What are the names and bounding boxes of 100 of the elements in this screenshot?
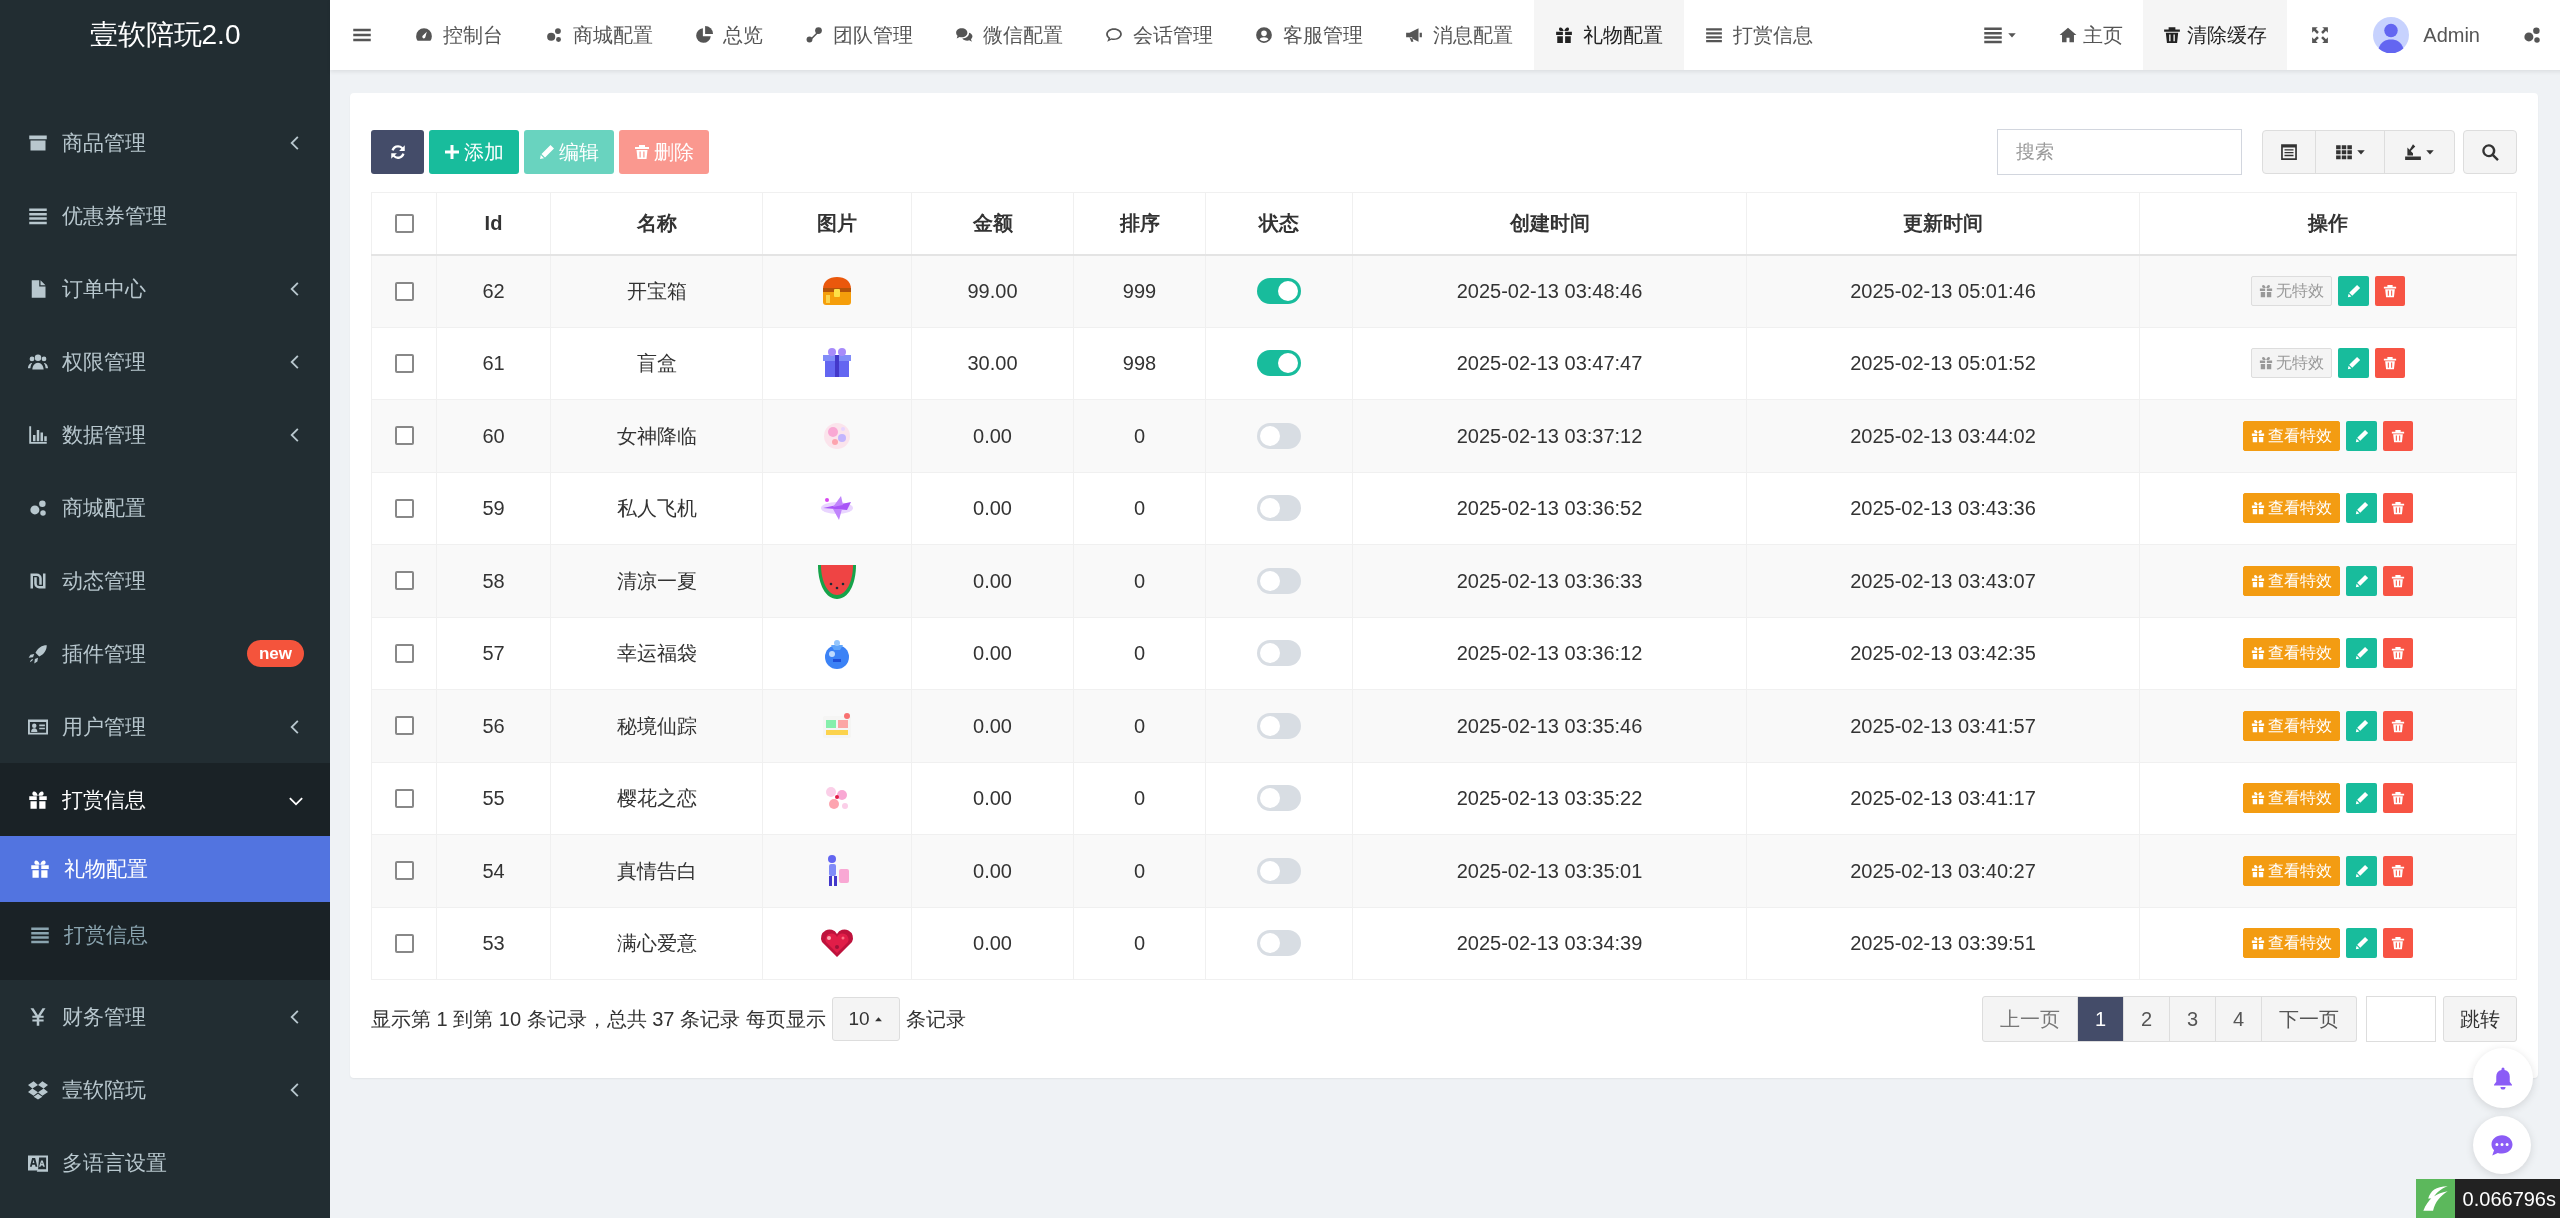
status-toggle[interactable] (1257, 857, 1301, 884)
sidebar-item[interactable]: 壹软陪玩 (0, 1053, 330, 1126)
nav-tab[interactable]: 总览 (674, 0, 784, 70)
nav-tab[interactable]: 客服管理 (1234, 0, 1384, 70)
status-toggle[interactable] (1257, 930, 1301, 957)
select-all-checkbox[interactable] (394, 213, 414, 233)
status-toggle[interactable] (1257, 785, 1301, 812)
status-toggle[interactable] (1257, 567, 1301, 594)
page-button[interactable]: 3 (2170, 996, 2216, 1042)
edit-button[interactable] (2338, 348, 2369, 379)
nav-tab[interactable]: 消息配置 (1384, 0, 1534, 70)
row-checkbox[interactable] (394, 716, 414, 736)
table-cell: 59 (482, 497, 505, 520)
page-button[interactable]: 2 (2124, 996, 2170, 1042)
users-icon (28, 351, 48, 372)
nav-tab[interactable]: 会话管理 (1084, 0, 1234, 70)
edit-button[interactable] (2338, 276, 2369, 306)
table-cell: 999 (1122, 280, 1157, 302)
status-toggle[interactable] (1257, 278, 1301, 304)
sidebar-item[interactable]: 用户管理 (0, 690, 330, 763)
refresh-button[interactable] (371, 130, 424, 174)
sidebar-subitem[interactable]: 礼物配置 (0, 836, 330, 902)
edit-button[interactable] (2346, 710, 2377, 741)
sidebar-subitem[interactable]: 打赏信息 (0, 902, 330, 968)
edit-button[interactable] (2346, 638, 2377, 669)
delete-button[interactable] (2383, 420, 2413, 451)
delete-button[interactable] (2375, 348, 2405, 379)
edit-button[interactable] (2346, 783, 2377, 814)
sidebar-item[interactable]: 插件管理 new (0, 617, 330, 690)
table-cell: 2025-02-13 03:35:22 (1456, 787, 1643, 810)
page-size-select[interactable]: 10 (831, 997, 900, 1041)
nav-tab[interactable]: 控制台 (394, 0, 524, 70)
delete-button[interactable] (2375, 276, 2405, 306)
sidebar-item[interactable]: 打赏信息 (0, 763, 330, 836)
delete-button[interactable] (2383, 855, 2413, 886)
column-header: 名称 (636, 212, 677, 235)
sidebar-item[interactable]: 优惠券管理 (0, 179, 330, 252)
nav-tab[interactable]: 团队管理 (784, 0, 934, 70)
table-cell: 2025-02-13 03:39:51 (1850, 932, 2036, 955)
rocket-icon (28, 643, 48, 664)
notification-button[interactable] (2473, 1048, 2533, 1108)
jump-button[interactable]: 跳转 (2443, 996, 2517, 1042)
delete-button[interactable] (2383, 638, 2413, 669)
sidebar-item[interactable]: 动态管理 (0, 544, 330, 617)
pencil-icon (2354, 646, 2369, 661)
edit-button[interactable] (2346, 565, 2377, 596)
nav-tab[interactable]: 微信配置 (934, 0, 1084, 70)
chat-button[interactable] (2473, 1116, 2531, 1174)
nav-link[interactable]: 主页 (2039, 0, 2144, 70)
delete-button[interactable] (2383, 783, 2413, 814)
status-toggle[interactable] (1257, 640, 1301, 667)
page-jump-field[interactable] (2366, 996, 2436, 1042)
sidebar-item[interactable]: 权限管理 (0, 325, 330, 398)
table-cell: 2025-02-13 03:36:12 (1456, 642, 1643, 665)
search-field[interactable]: 搜索 (1997, 129, 2242, 175)
nav-tab[interactable]: 商城配置 (524, 0, 674, 70)
sidebar-item[interactable]: 多语言设置 (0, 1126, 330, 1199)
prev-page-button[interactable]: 上一页 (1982, 996, 2078, 1042)
sidebar-item[interactable]: 数据管理 (0, 398, 330, 471)
row-checkbox[interactable] (394, 933, 414, 953)
table-cell: 0 (1133, 424, 1146, 447)
table-cell: 99.00 (967, 280, 1018, 302)
sidebar-item[interactable]: 商品管理 (0, 106, 330, 179)
edit-button[interactable] (2346, 420, 2377, 451)
sidebar-item[interactable]: 财务管理 (0, 980, 330, 1053)
user-menu[interactable]: Admin (2353, 0, 2500, 70)
nodes-icon (805, 26, 823, 44)
edit-button[interactable] (2346, 855, 2377, 886)
row-checkbox[interactable] (394, 498, 414, 518)
edit-button[interactable] (2346, 493, 2377, 524)
row-checkbox[interactable] (394, 861, 414, 881)
delete-button[interactable] (2383, 928, 2413, 959)
table-cell: 私人飞机 (616, 497, 697, 520)
nav-tab[interactable]: 打赏信息 (1684, 0, 1834, 70)
sidebar-item[interactable]: 订单中心 (0, 252, 330, 325)
row-checkbox[interactable] (394, 571, 414, 591)
table-cell: 幸运福袋 (616, 642, 697, 665)
row-checkbox[interactable] (394, 426, 414, 446)
search-button[interactable] (2463, 130, 2517, 174)
status-toggle[interactable] (1257, 350, 1301, 377)
status-toggle[interactable] (1257, 495, 1301, 522)
status-toggle[interactable] (1257, 712, 1301, 739)
row-checkbox[interactable] (394, 281, 414, 301)
row-checkbox[interactable] (394, 353, 414, 373)
delete-button[interactable] (2383, 710, 2413, 741)
table-cell: 0 (1133, 932, 1146, 955)
page-button[interactable]: 1 (2078, 996, 2124, 1042)
sidebar-item[interactable]: 商城配置 (0, 471, 330, 544)
dashboard-icon (415, 26, 433, 44)
row-checkbox[interactable] (394, 788, 414, 808)
nav-link[interactable]: 清除缓存 (2143, 0, 2288, 70)
delete-button[interactable] (2383, 565, 2413, 596)
status-toggle[interactable] (1257, 422, 1301, 449)
caret-icon (2425, 147, 2435, 157)
next-page-button[interactable]: 下一页 (2262, 996, 2357, 1042)
nav-tab[interactable]: 礼物配置 (1534, 0, 1684, 70)
edit-button[interactable] (2346, 928, 2377, 959)
page-button[interactable]: 4 (2216, 996, 2262, 1042)
row-checkbox[interactable] (394, 643, 414, 663)
delete-button[interactable] (2383, 493, 2413, 524)
